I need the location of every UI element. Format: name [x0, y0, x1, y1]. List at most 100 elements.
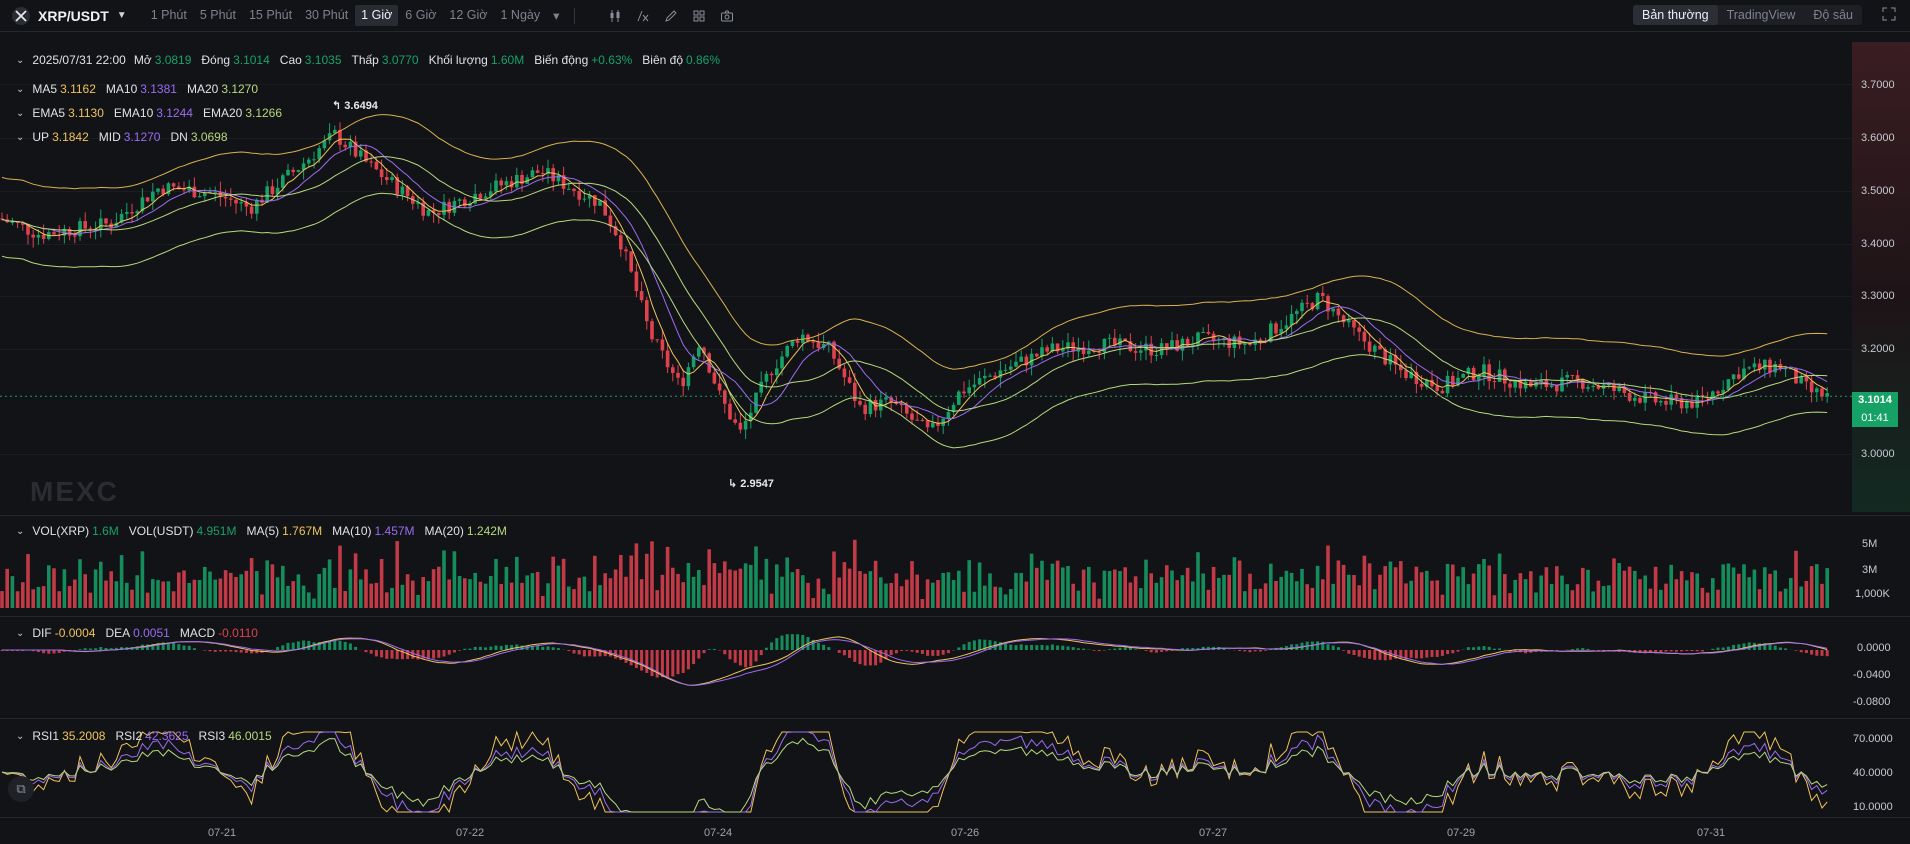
- low-price-value: 2.9547: [740, 478, 774, 490]
- candle-body: [1097, 351, 1101, 353]
- volume-bar: [988, 573, 992, 608]
- macd-bar: [842, 650, 846, 656]
- candle-body: [1575, 375, 1580, 380]
- volume-bar: [1591, 591, 1595, 608]
- candle-body: [1009, 366, 1013, 370]
- boll-upper-line: [1, 114, 1828, 370]
- macd-bar: [733, 650, 737, 663]
- macd-bar: [660, 650, 664, 678]
- macd-bar: [556, 648, 560, 650]
- volume-bar: [1180, 575, 1185, 608]
- macd-bar: [915, 650, 919, 653]
- volume-bar: [1087, 566, 1091, 608]
- candle-body: [515, 174, 519, 188]
- chevron-down-icon[interactable]: ⌄: [16, 628, 24, 639]
- volume-bar: [1669, 564, 1673, 608]
- volume-bar: [1352, 575, 1356, 608]
- macd-bar: [1248, 650, 1252, 653]
- screenshot-icon[interactable]: ⧉: [8, 776, 34, 802]
- candle-body: [1029, 353, 1034, 366]
- candle-body: [156, 188, 160, 192]
- macd-bar: [634, 650, 638, 668]
- volume-bar: [936, 580, 940, 608]
- last-price-tag: 3.1014: [1852, 392, 1898, 409]
- vol-tick: 1,000K: [1855, 588, 1890, 600]
- candle-body: [1331, 308, 1335, 312]
- rsi3-value: 46.0015: [228, 729, 272, 743]
- candle-body: [915, 419, 919, 421]
- volume-bar: [1029, 553, 1034, 608]
- low-label: Thấp: [351, 53, 379, 67]
- volume-bar: [1326, 545, 1330, 608]
- chevron-down-icon[interactable]: ⌄: [16, 526, 24, 537]
- candle-body: [1487, 364, 1491, 382]
- macd-bar: [707, 649, 711, 650]
- volume-bar: [1149, 573, 1153, 608]
- volume-bar: [301, 585, 306, 608]
- volume-bar: [1768, 573, 1772, 608]
- volume-bar: [421, 577, 425, 608]
- candle-body: [249, 206, 254, 214]
- macd-bar: [354, 646, 358, 650]
- candle-body: [437, 212, 441, 215]
- candle-body: [130, 212, 134, 214]
- macd-legend: ⌄ DIF -0.0004 DEA 0.0051 MACD -0.0110: [16, 626, 268, 640]
- candle-body: [229, 198, 233, 200]
- candle-body: [1731, 374, 1736, 380]
- candle-body: [1305, 302, 1309, 304]
- chevron-down-icon[interactable]: ⌄: [16, 132, 24, 143]
- chevron-down-icon[interactable]: ⌄: [16, 84, 24, 95]
- volume-bar: [343, 591, 347, 608]
- candle-body: [291, 169, 295, 172]
- volume-bar: [504, 566, 509, 608]
- price-tick: 3.2000: [1861, 343, 1895, 355]
- volume-bar: [1227, 574, 1231, 608]
- candle-body: [728, 403, 732, 420]
- candle-body: [957, 391, 961, 405]
- chevron-down-icon[interactable]: ⌄: [16, 108, 24, 119]
- volume-bar: [1206, 589, 1211, 608]
- candle-body: [239, 202, 243, 204]
- candle-body: [1243, 343, 1247, 345]
- macd-bar: [905, 650, 909, 651]
- candlestick-chart[interactable]: [0, 0, 1910, 844]
- candle-body: [780, 356, 784, 369]
- macd-bar: [234, 650, 238, 653]
- volume-bar: [1674, 579, 1679, 608]
- volume-bar: [790, 572, 795, 608]
- macd-bar: [1446, 650, 1450, 655]
- candle-body: [785, 346, 789, 357]
- ma10-line: [1, 144, 1828, 419]
- macd-bar: [1825, 650, 1829, 657]
- candle-body: [1612, 384, 1616, 391]
- macd-bar: [1238, 650, 1242, 652]
- date-tick: 07-21: [208, 827, 237, 839]
- volume-bar: [353, 553, 358, 608]
- volume-bar: [1622, 570, 1627, 608]
- chevron-down-icon[interactable]: ⌄: [16, 55, 24, 66]
- candle-body: [1555, 385, 1559, 392]
- volume-bar: [1705, 592, 1710, 608]
- volume-bar: [821, 588, 826, 608]
- candle-body: [41, 234, 46, 239]
- candle-body: [52, 232, 56, 235]
- volume-bar: [1357, 585, 1361, 608]
- volume-bar: [463, 578, 467, 608]
- macd-bar: [286, 642, 290, 650]
- chevron-down-icon[interactable]: ⌄: [16, 731, 24, 742]
- volume-bar: [182, 570, 186, 608]
- volume-bar: [879, 577, 883, 608]
- boll-dn-value: 3.0698: [190, 130, 228, 144]
- volume-bar: [405, 574, 410, 608]
- volume-bar: [47, 565, 51, 608]
- volume-bar: [307, 592, 311, 608]
- volume-bar: [894, 573, 899, 608]
- volume-bar: [395, 541, 399, 608]
- macd-bar: [1721, 647, 1725, 650]
- candle-body: [650, 321, 654, 340]
- macd-bar: [941, 650, 945, 655]
- volume-bar: [1269, 563, 1273, 608]
- volume-bar: [983, 585, 987, 608]
- candle-body: [270, 186, 275, 195]
- volume-bar: [587, 591, 592, 608]
